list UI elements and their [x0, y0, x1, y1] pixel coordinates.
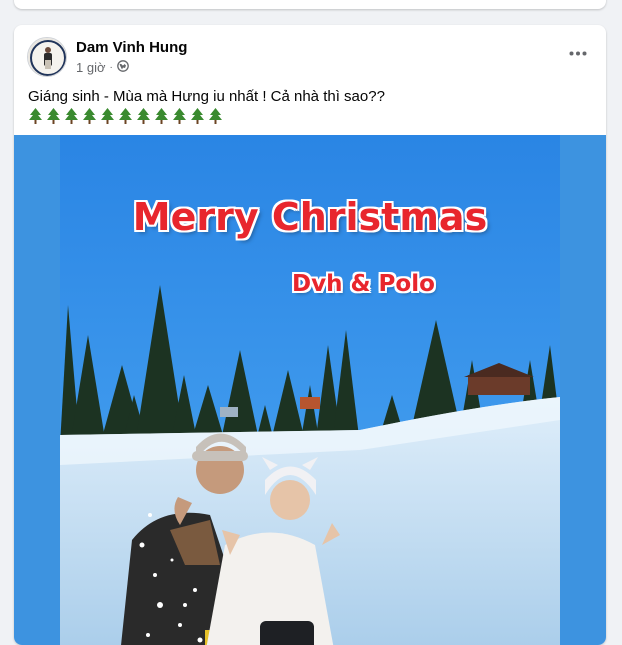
tree-emoji-icon [136, 108, 151, 124]
tree-emoji-icon [190, 108, 205, 124]
post-time[interactable]: 1 giờ [76, 60, 106, 75]
wooden-lodge [468, 375, 530, 395]
tree-emoji-icon [208, 108, 223, 124]
post-photo-frame[interactable]: Merry Christmas Dvh & Polo [14, 135, 606, 645]
tree-emoji-icon [118, 108, 133, 124]
tree-emoji-icon [82, 108, 97, 124]
tree-emoji-row [28, 108, 223, 124]
tree-emoji-icon [154, 108, 169, 124]
post-caption: Giáng sinh - Mùa mà Hưng iu nhất ! Cả nh… [28, 87, 588, 107]
post-meta: 1 giờ · [76, 60, 129, 75]
photo-subtitle-text: Dvh & Polo [292, 271, 435, 297]
author-name[interactable]: Dam Vinh Hung [76, 39, 187, 56]
photo-title-text: Merry Christmas [60, 195, 560, 239]
more-options-icon[interactable] [562, 41, 594, 65]
tree-emoji-icon [64, 108, 79, 124]
feed-post: Dam Vinh Hung 1 giờ · Giáng sinh - Mùa m… [14, 25, 606, 645]
previous-post-card [14, 0, 606, 9]
avatar[interactable] [27, 37, 67, 77]
globe-icon[interactable] [117, 60, 129, 75]
separator-dot: · [110, 62, 113, 73]
tree-emoji-icon [46, 108, 61, 124]
tree-emoji-icon [28, 108, 43, 124]
tree-emoji-icon [172, 108, 187, 124]
post-photo[interactable]: Merry Christmas Dvh & Polo [60, 135, 560, 645]
tree-emoji-icon [100, 108, 115, 124]
